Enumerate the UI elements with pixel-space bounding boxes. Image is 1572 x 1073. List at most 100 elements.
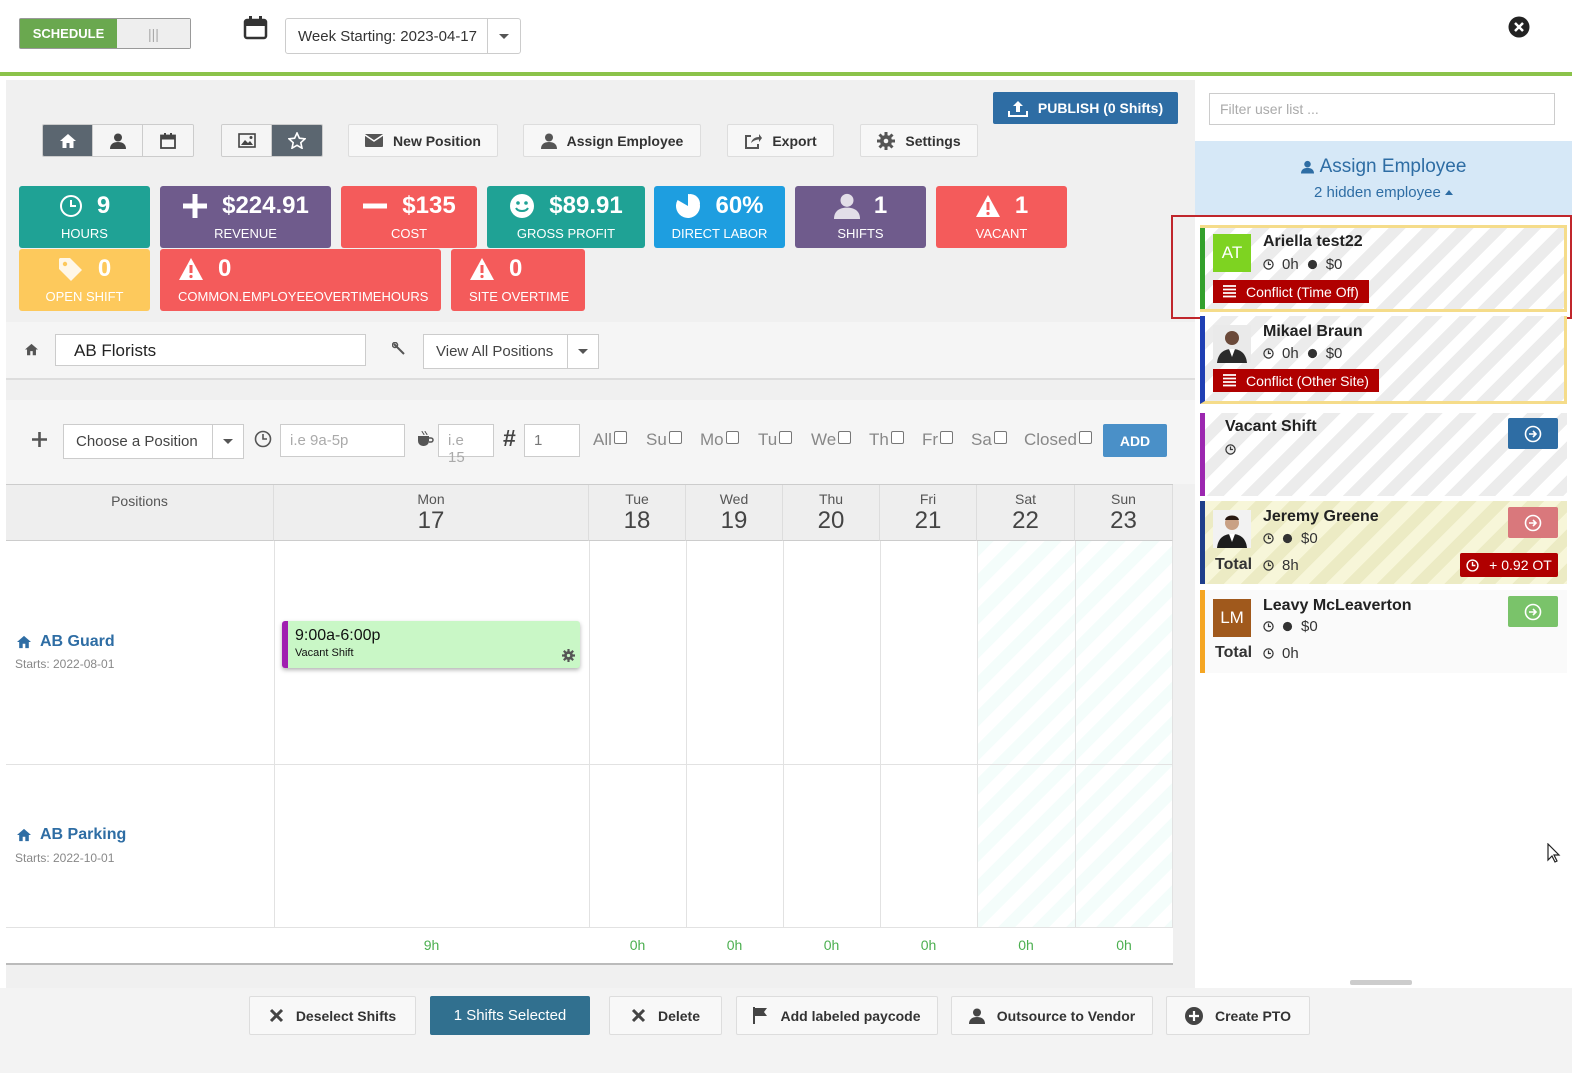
avatar [1213, 325, 1251, 363]
day-checkbox-label: Tu [758, 430, 778, 449]
stat-tile-hours[interactable]: 9 HOURS [19, 186, 150, 248]
settings-button[interactable]: Settings [860, 124, 978, 157]
assign-arrow-button[interactable] [1508, 596, 1558, 627]
chevron-down-icon[interactable] [567, 335, 598, 368]
stat-tile-site-overtime[interactable]: 0 SITE OVERTIME [451, 249, 585, 311]
assign-employee-button[interactable]: Assign Employee [523, 124, 701, 157]
deselect-shifts-button[interactable]: Deselect Shifts [249, 996, 416, 1035]
money-icon [1307, 259, 1317, 270]
stat-tile-common-employeeovertimehours[interactable]: 0 COMMON.EMPLOYEEOVERTIMEHOURS [160, 249, 441, 311]
checkbox[interactable] [1078, 431, 1092, 444]
user-icon [109, 133, 126, 149]
plus-icon [182, 193, 208, 219]
new-position-button[interactable]: New Position [348, 124, 498, 157]
checkbox[interactable] [725, 431, 739, 444]
employee-view-button[interactable] [93, 125, 143, 156]
share-icon [745, 133, 763, 149]
schedule-toggle[interactable]: SCHEDULE ||| [19, 18, 191, 49]
stat-tile-gross-profit[interactable]: $89.91 GROSS PROFIT [487, 186, 645, 248]
checkbox[interactable] [993, 431, 1007, 444]
position-name[interactable]: AB Parking [16, 826, 126, 844]
display-mode-group [221, 124, 323, 157]
assign-arrow-button[interactable] [1508, 507, 1558, 538]
employee-card[interactable]: Jeremy Greene $0 Total 8h + 0.92 OT [1200, 501, 1567, 584]
stat-tile-revenue[interactable]: $224.91 REVENUE [160, 186, 331, 248]
chevron-down-icon[interactable] [212, 425, 243, 458]
stat-tile-cost[interactable]: $135 COST [341, 186, 477, 248]
day-checkbox-we[interactable]: We [811, 430, 852, 450]
break-input[interactable]: i.e 15 [438, 424, 494, 466]
checkbox[interactable] [668, 431, 682, 444]
outsource-vendor-button[interactable]: Outsource to Vendor [951, 996, 1153, 1035]
delete-button[interactable]: Delete [609, 996, 722, 1035]
plus-icon[interactable] [32, 432, 47, 450]
stat-tile-direct-labor[interactable]: 60% DIRECT LABOR [654, 186, 785, 248]
add-paycode-button[interactable]: Add labeled paycode [736, 996, 938, 1035]
calendar-view-button[interactable] [143, 125, 193, 156]
favorites-view-button[interactable] [272, 125, 322, 156]
positions-select-value: View All Positions [436, 343, 554, 360]
toggle-handle: ||| [117, 19, 190, 48]
day-checkbox-all[interactable]: All [593, 430, 627, 450]
employee-card[interactable]: Mikael Braun 0h $0 Conflict (Other Site) [1200, 316, 1567, 404]
day-checkbox-sa[interactable]: Sa [971, 430, 1007, 450]
shift-count-input[interactable]: 1 [524, 424, 580, 457]
hidden-employee-label: 2 hidden employee [1314, 184, 1441, 201]
export-label: Export [772, 132, 817, 149]
stat-label: COST [390, 226, 428, 241]
home-view-button[interactable] [43, 125, 93, 156]
day-checkbox-fr[interactable]: Fr [922, 430, 954, 450]
panel-scrollbar[interactable] [1350, 980, 1412, 985]
image-view-button[interactable] [222, 125, 272, 156]
conflict-badge: Conflict (Other Site) [1213, 369, 1379, 392]
day-checkbox-mo[interactable]: Mo [700, 430, 739, 450]
pto-label: Create PTO [1215, 1007, 1291, 1024]
filter-user-input[interactable]: Filter user list ... [1209, 93, 1555, 125]
hidden-employee-toggle[interactable]: 2 hidden employee [1195, 184, 1572, 201]
stat-label: SITE OVERTIME [469, 289, 570, 304]
day-checkbox-closed[interactable]: Closed [1024, 430, 1092, 450]
shift-card[interactable]: 9:00a-6:00p Vacant Shift [282, 621, 580, 668]
create-pto-button[interactable]: Create PTO [1166, 996, 1310, 1035]
stat-tile-open-shift[interactable]: 0 OPEN SHIFT [19, 249, 150, 311]
user-icon [833, 193, 860, 219]
week-select[interactable]: Week Starting: 2023-04-17 [285, 18, 521, 54]
choose-position-select[interactable]: Choose a Position [63, 424, 244, 459]
envelope-icon [365, 134, 384, 147]
checkbox[interactable] [890, 431, 904, 444]
total-label: Total [1215, 644, 1253, 661]
positions-select[interactable]: View All Positions [423, 334, 599, 369]
checkbox[interactable] [838, 431, 852, 444]
assign-arrow-button[interactable] [1508, 418, 1558, 449]
calendar-icon[interactable] [243, 16, 268, 43]
stat-label: GROSS PROFIT [516, 226, 616, 241]
conflict-label: Conflict (Other Site) [1246, 372, 1369, 389]
position-name[interactable]: AB Guard [16, 633, 115, 651]
money-icon [1307, 348, 1317, 359]
close-icon[interactable] [1508, 16, 1530, 41]
add-shift-button[interactable]: ADD [1103, 424, 1167, 457]
export-button[interactable]: Export [727, 124, 834, 157]
employee-card[interactable]: LM Leavy McLeaverton $0 Total 0h [1200, 590, 1567, 673]
checkbox[interactable] [613, 431, 627, 444]
day-checkbox-su[interactable]: Su [646, 430, 682, 450]
gear-icon[interactable] [562, 649, 575, 662]
chevron-down-icon[interactable] [487, 19, 520, 53]
checkbox[interactable] [779, 431, 793, 444]
employee-card[interactable]: Vacant Shift [1200, 413, 1567, 496]
clock-icon [1263, 560, 1274, 571]
shifts-selected-button[interactable]: 1 Shifts Selected [430, 996, 590, 1035]
stat-tile-shifts[interactable]: 1 SHIFTS [795, 186, 926, 248]
column-divider [783, 541, 784, 927]
home-icon[interactable] [24, 343, 39, 359]
shift-time-input[interactable]: i.e 9a-5p [280, 424, 405, 457]
day-checkbox-th[interactable]: Th [869, 430, 904, 450]
wrench-icon[interactable] [391, 341, 406, 359]
checkbox[interactable] [940, 431, 954, 444]
avatar: AT [1213, 234, 1251, 272]
employee-card[interactable]: AT Ariella test22 0h $0 Conflict (Time O… [1200, 225, 1567, 312]
day-checkbox-tu[interactable]: Tu [758, 430, 793, 450]
publish-button[interactable]: PUBLISH (0 Shifts) [993, 92, 1178, 124]
site-name-field[interactable]: AB Florists [55, 334, 366, 366]
stat-tile-vacant[interactable]: 1 VACANT [936, 186, 1067, 248]
